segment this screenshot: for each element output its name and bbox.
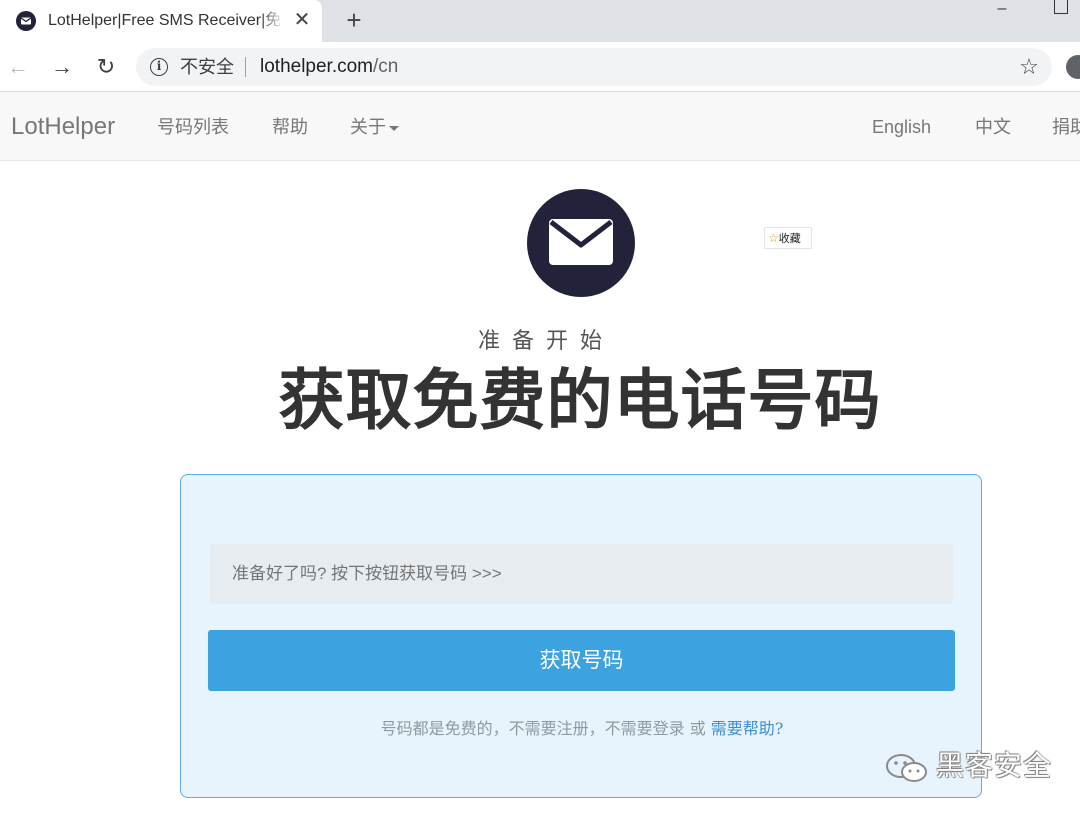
- new-tab-button[interactable]: +: [340, 6, 368, 34]
- hero-subtitle: 准备开始: [477, 328, 614, 353]
- address-bar[interactable]: i 不安全 lothelper.com/cn ☆: [136, 48, 1052, 86]
- wechat-watermark: 黑客安全: [884, 748, 1064, 784]
- nav-about-label: 关于: [350, 117, 386, 137]
- window-minimize-button[interactable]: –: [992, 1, 1012, 18]
- nav-about-dropdown[interactable]: 关于: [350, 116, 399, 138]
- url-host: lothelper.com: [260, 56, 374, 77]
- phone-number-field[interactable]: [210, 544, 953, 604]
- envelope-favicon-icon: [16, 11, 36, 31]
- nav-number-list[interactable]: 号码列表: [157, 116, 229, 138]
- nav-lang-chinese[interactable]: 中文: [975, 116, 1011, 138]
- panel-note-text: 号码都是免费的，不需要注册，不需要登录 或: [380, 719, 711, 738]
- nav-lang-english[interactable]: English: [872, 116, 931, 138]
- need-help-link[interactable]: 需要帮助?: [711, 719, 784, 738]
- watermark-text: 黑客安全: [936, 750, 1053, 781]
- favorite-badge[interactable]: ☆收藏: [764, 227, 812, 249]
- envelope-icon: [549, 219, 613, 265]
- url-path: /cn: [373, 56, 399, 77]
- bookmark-star-icon[interactable]: ☆: [1016, 54, 1042, 80]
- page-title: 获取免费的电话号码: [278, 363, 882, 437]
- nav-help[interactable]: 帮助: [272, 116, 308, 138]
- url-text[interactable]: lothelper.com/cn: [260, 56, 398, 78]
- reload-button[interactable]: ↻: [92, 53, 120, 81]
- browser-tabstrip: LotHelper|Free SMS Receiver|免 ✕ + –: [0, 0, 1080, 42]
- site-brand[interactable]: LotHelper: [11, 113, 115, 141]
- tab-close-icon[interactable]: ✕: [290, 8, 314, 32]
- wechat-icon: [886, 754, 927, 782]
- nav-donate[interactable]: 捐助: [1052, 116, 1080, 138]
- caret-down-icon: [389, 125, 399, 131]
- security-label[interactable]: 不安全: [180, 57, 234, 77]
- address-separator: [245, 57, 246, 77]
- tab-title: LotHelper|Free SMS Receiver|免: [48, 11, 284, 31]
- back-button[interactable]: ←: [4, 53, 32, 81]
- panel-note: 号码都是免费的，不需要注册，不需要登录 或 需要帮助?: [181, 718, 983, 740]
- site-navbar: LotHelper 号码列表 帮助 关于 English 中文 捐助: [0, 92, 1080, 161]
- favorite-label: 收藏: [778, 233, 801, 245]
- profile-avatar-icon[interactable]: [1066, 55, 1080, 79]
- info-icon[interactable]: i: [150, 58, 168, 76]
- get-number-button[interactable]: 获取号码: [208, 630, 955, 691]
- browser-toolbar: ← → ↻ i 不安全 lothelper.com/cn ☆: [0, 42, 1080, 92]
- forward-button[interactable]: →: [48, 53, 76, 81]
- site-logo: [527, 189, 635, 297]
- window-maximize-button[interactable]: [1054, 0, 1068, 14]
- browser-tab[interactable]: LotHelper|Free SMS Receiver|免 ✕: [0, 0, 322, 42]
- star-icon: ☆: [768, 231, 779, 245]
- get-number-panel: 获取号码 号码都是免费的，不需要注册，不需要登录 或 需要帮助?: [180, 474, 982, 798]
